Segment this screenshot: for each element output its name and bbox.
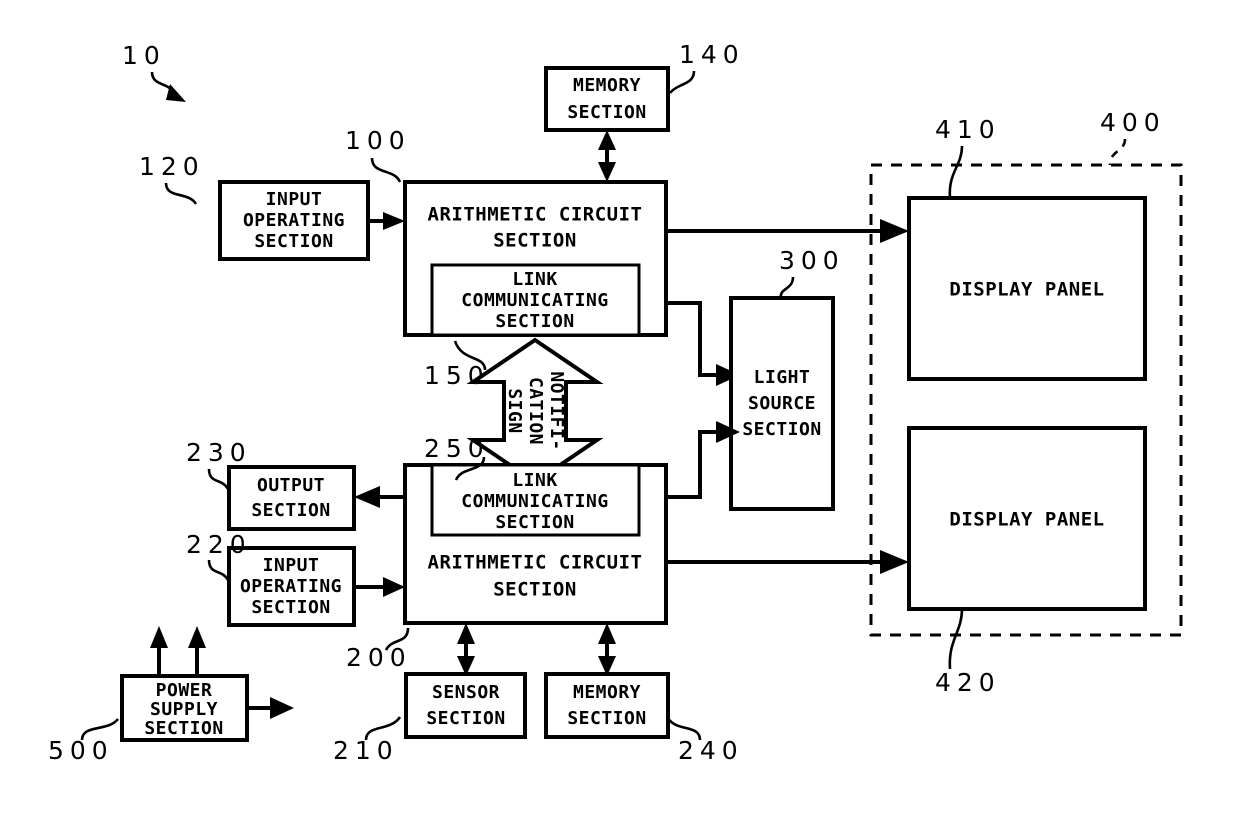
ref-numeral-220: 220 [186,530,252,559]
ref-410-leader [948,145,964,199]
link-communicating-150-label-3: SECTION [495,311,574,332]
sensor-section-210-label-1: SENSOR [432,682,500,703]
arrowhead-panel420 [880,550,909,574]
light-source-300-label-3: SECTION [742,419,821,440]
arrowhead-panel410 [880,219,909,243]
link-communicating-150-label-1: LINK [512,269,557,290]
ref-300-leader [779,276,795,299]
display-panel-410-label: DISPLAY PANEL [949,279,1104,301]
arrowhead-output230 [354,486,380,508]
power-supply-500-label-3: SECTION [144,718,223,739]
input-operating-120-label-3: SECTION [254,231,333,252]
ref-numeral-210: 210 [333,736,399,765]
arrowhead-power-up-left [150,626,168,648]
conn-arith100-lightsource [666,301,722,377]
input-operating-120-label-1: INPUT [266,189,323,210]
link-communicating-150-label-2: COMMUNICATING [461,290,608,311]
display-panel-420-label: DISPLAY PANEL [949,509,1104,531]
sensor-section-210-label-2: SECTION [426,708,505,729]
ref-numeral-200: 200 [346,643,412,672]
arithmetic-circuit-200-label-2: SECTION [493,579,577,601]
power-supply-500-label-1: POWER [156,680,213,701]
output-section-230-label-2: SECTION [251,500,330,521]
memory-section-240-label-1: MEMORY [573,682,641,703]
arrowhead-memory140-down [598,162,616,182]
output-section-230-label-1: OUTPUT [257,475,325,496]
power-supply-500-label-2: SUPPLY [150,699,218,720]
ref-220-leader [207,559,230,581]
input-operating-220-label-3: SECTION [251,597,330,618]
notification-sign-line-3: SIGN [504,388,525,433]
light-source-300-label-1: LIGHT [754,367,811,388]
memory-section-140-label-2: SECTION [567,102,646,123]
ref-420-leader [948,608,964,670]
ref-120-leader [164,182,198,205]
ref-numeral-410: 410 [935,115,1001,144]
ref-numeral-500: 500 [48,736,114,765]
ref-numeral-120: 120 [139,152,205,181]
light-source-300-label-2: SOURCE [748,393,816,414]
arrowhead-power-up-right [188,626,206,648]
ref-numeral-420: 420 [935,668,1001,697]
ref-140-leader [668,70,696,94]
link-communicating-250-label-1: LINK [512,470,557,491]
ref-numeral-100: 100 [345,126,411,155]
arrowhead-input120 [383,212,405,230]
notification-sign-line-2: CATION [525,377,546,445]
arithmetic-circuit-200-label-1: ARITHMETIC CIRCUIT [428,552,643,574]
ref-numeral-250: 250 [424,434,490,463]
ref-numeral-240: 240 [678,736,744,765]
memory-section-140-label-1: MEMORY [573,75,641,96]
notification-sign-line-1: NOTIFI- [546,371,567,450]
conn-arith200-lightsource [666,430,722,499]
link-communicating-250-label-3: SECTION [495,512,574,533]
memory-section-240-label-2: SECTION [567,708,646,729]
ref-numeral-230: 230 [186,438,252,467]
input-operating-120-label-2: OPERATING [243,210,345,231]
patent-figure: 10 400 DISPLAY PANEL 410 DISPLAY PANEL 4… [0,0,1240,830]
arrowhead-memory240-up [598,623,616,644]
ref-numeral-figure-10: 10 [122,41,166,70]
ref-100-leader [370,157,402,183]
arrowhead-power-right [270,697,294,719]
arrowhead-input220 [383,577,405,597]
arithmetic-circuit-100-label-2: SECTION [493,230,577,252]
ref-400-leader [1108,138,1127,166]
input-operating-220-label-1: INPUT [263,555,320,576]
link-communicating-250-label-2: COMMUNICATING [461,491,608,512]
ref-numeral-140: 140 [679,40,745,69]
input-operating-220-label-2: OPERATING [240,576,342,597]
block-diagram-canvas: 10 400 DISPLAY PANEL 410 DISPLAY PANEL 4… [48,40,1183,765]
arrowhead-sensor210-up [457,623,475,644]
ref-230-leader [207,468,230,490]
ref-numeral-400: 400 [1100,108,1166,137]
arithmetic-circuit-100-label-1: ARITHMETIC CIRCUIT [428,204,643,226]
ref-numeral-300: 300 [779,246,845,275]
arrowhead-memory140-up [598,130,616,150]
